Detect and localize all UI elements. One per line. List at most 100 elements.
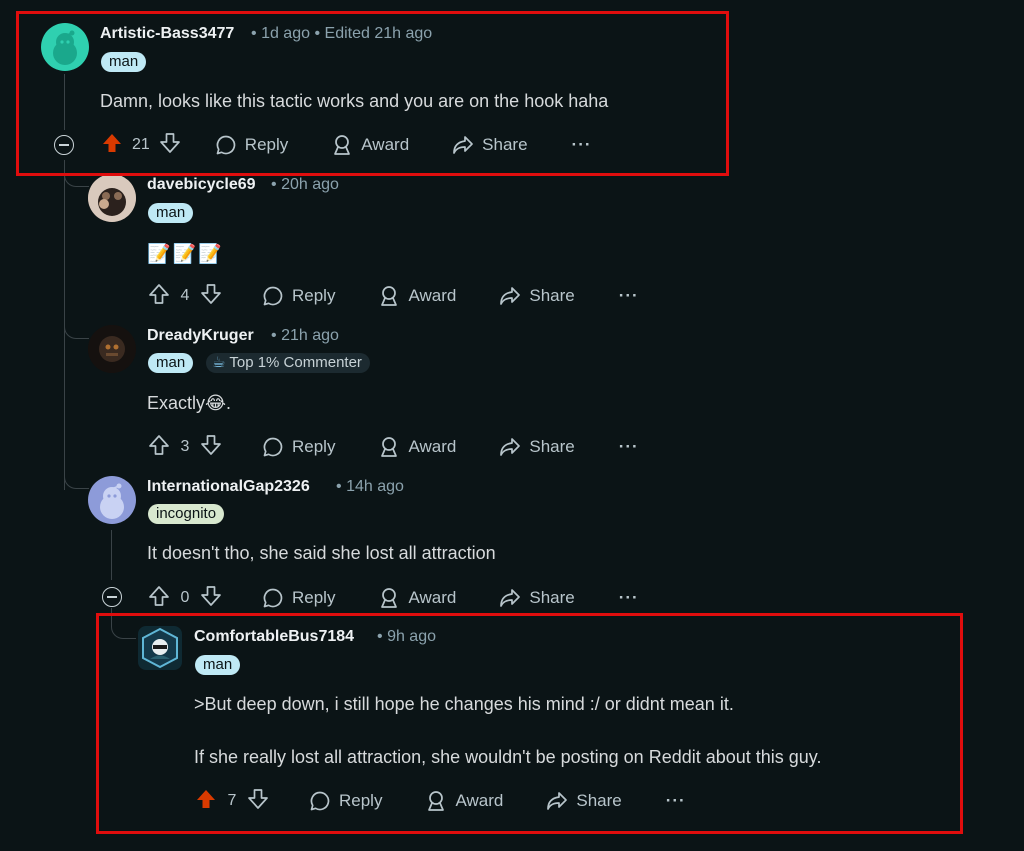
thread-line (111, 608, 112, 622)
user-flair: man (148, 203, 194, 223)
collapse-thread-button[interactable] (102, 587, 122, 607)
comment-actions: 3 Reply Award Share ··· (147, 432, 639, 462)
vote-group: 21 (100, 131, 182, 160)
more-options-icon[interactable]: ··· (619, 286, 639, 306)
comment-body: 📝📝📝 (147, 244, 224, 265)
badge-label: Top 1% Commenter (229, 354, 362, 371)
avatar[interactable] (88, 476, 136, 524)
award-label: Award (408, 286, 457, 305)
share-icon (451, 133, 475, 157)
downvote-icon[interactable] (199, 433, 223, 462)
thread-connector (64, 170, 89, 187)
share-label: Share (529, 588, 575, 607)
comment-time[interactable]: 20h ago (281, 176, 339, 193)
reply-label: Reply (292, 588, 336, 607)
reply-label: Reply (292, 437, 336, 456)
comment-meta: • 21h ago (271, 327, 339, 345)
upvote-icon[interactable] (147, 433, 171, 462)
reply-button[interactable]: Reply (261, 284, 335, 308)
avatar[interactable] (88, 325, 136, 373)
share-icon (498, 435, 522, 459)
vote-group: 0 (147, 584, 223, 613)
upvote-icon[interactable] (100, 131, 124, 160)
comment-body: If she really lost all attraction, she w… (194, 747, 822, 767)
thread-connector (111, 622, 136, 639)
reply-label: Reply (244, 135, 289, 154)
downvote-icon[interactable] (199, 282, 223, 311)
more-options-icon[interactable]: ··· (619, 437, 639, 457)
comment-meta: • 9h ago (377, 628, 436, 646)
upvote-icon[interactable] (194, 787, 218, 816)
reply-icon (261, 284, 285, 308)
comment-actions: 21 Reply Award Share ··· (100, 130, 592, 160)
comment-time[interactable]: 1d ago (261, 25, 310, 42)
separator: • (251, 25, 257, 42)
award-icon (330, 133, 354, 157)
thread-connector (64, 322, 89, 339)
top-commenter-badge: ☕ Top 1% Commenter (206, 353, 370, 373)
award-label: Award (408, 588, 457, 607)
comment-body: It doesn't tho, she said she lost all at… (147, 543, 496, 563)
comment-username[interactable]: davebicycle69 (147, 176, 256, 194)
badge-icon: ☕ (212, 354, 226, 371)
comment-username[interactable]: InternationalGap2326 (147, 478, 310, 496)
share-button[interactable]: Share (451, 133, 528, 157)
share-icon (545, 789, 569, 813)
comment-username[interactable]: Artistic-Bass3477 (100, 25, 234, 43)
share-icon (498, 586, 522, 610)
award-icon (377, 435, 401, 459)
comment-username[interactable]: ComfortableBus7184 (194, 628, 354, 646)
separator: • (377, 628, 383, 645)
share-button[interactable]: Share (545, 789, 622, 813)
separator: • (314, 25, 321, 42)
upvote-icon[interactable] (147, 584, 171, 613)
comment-time[interactable]: 9h ago (387, 628, 436, 645)
award-button[interactable]: Award (330, 133, 409, 157)
more-options-icon[interactable]: ··· (619, 588, 639, 608)
downvote-icon[interactable] (158, 131, 182, 160)
downvote-icon[interactable] (199, 584, 223, 613)
separator: • (336, 478, 342, 495)
reply-label: Reply (292, 286, 336, 305)
reply-button[interactable]: Reply (214, 133, 288, 157)
comment-time[interactable]: 21h ago (281, 327, 339, 344)
award-button[interactable]: Award (424, 789, 503, 813)
comment-actions: 7 Reply Award Share ··· (194, 786, 686, 816)
more-options-icon[interactable]: ··· (666, 791, 686, 811)
award-button[interactable]: Award (377, 435, 456, 459)
comment-meta: • 20h ago (271, 176, 339, 194)
share-label: Share (529, 437, 575, 456)
award-label: Award (455, 791, 504, 810)
award-button[interactable]: Award (377, 284, 456, 308)
award-icon (424, 789, 448, 813)
avatar[interactable] (138, 626, 182, 670)
separator: • (271, 327, 277, 344)
share-button[interactable]: Share (498, 435, 575, 459)
share-label: Share (576, 791, 622, 810)
user-flair: man (195, 655, 241, 675)
comment-username[interactable]: DreadyKruger (147, 327, 254, 345)
reply-icon (261, 586, 285, 610)
reply-button[interactable]: Reply (261, 586, 335, 610)
award-button[interactable]: Award (377, 586, 456, 610)
upvote-icon[interactable] (147, 282, 171, 311)
comment-time[interactable]: 14h ago (346, 478, 404, 495)
avatar[interactable] (41, 23, 89, 71)
comment-actions: 0 Reply Award Share ··· (147, 583, 639, 613)
reply-button[interactable]: Reply (261, 435, 335, 459)
award-icon (377, 586, 401, 610)
vote-count: 4 (180, 287, 190, 304)
share-button[interactable]: Share (498, 586, 575, 610)
share-label: Share (529, 286, 575, 305)
user-flair: incognito (148, 504, 225, 524)
downvote-icon[interactable] (246, 787, 270, 816)
collapse-thread-button[interactable] (54, 135, 74, 155)
vote-count: 21 (132, 136, 150, 153)
share-button[interactable]: Share (498, 284, 575, 308)
reply-button[interactable]: Reply (308, 789, 382, 813)
separator: • (271, 176, 277, 193)
reply-icon (214, 133, 238, 157)
avatar[interactable] (88, 174, 136, 222)
vote-group: 3 (147, 433, 223, 462)
more-options-icon[interactable]: ··· (572, 135, 592, 155)
